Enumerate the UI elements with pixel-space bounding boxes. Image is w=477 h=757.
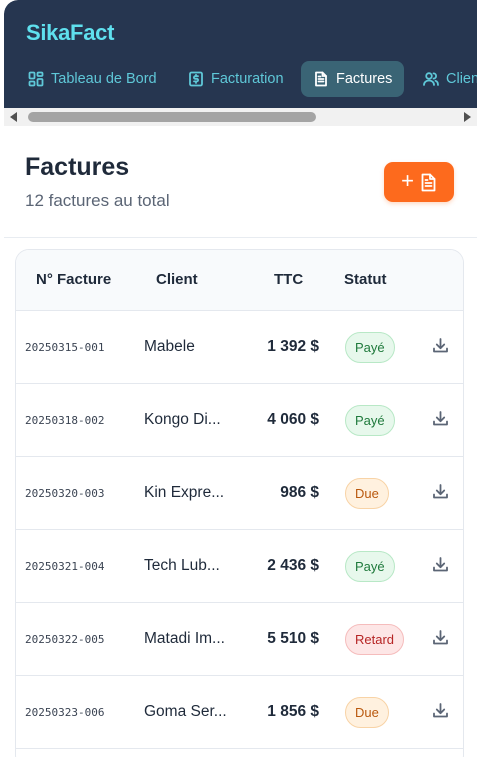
amount-ttc: 2 436 $ [267, 557, 319, 574]
column-header-ttc[interactable]: TTC [274, 271, 303, 288]
amount-ttc: 4 060 $ [267, 411, 319, 428]
scrollbar-thumb[interactable] [28, 112, 316, 122]
invoice-number: 20250320-003 [25, 487, 105, 500]
client-name: Kin Expre... [144, 484, 225, 501]
status-badge: Payé [345, 551, 395, 582]
status-badge: Payé [345, 332, 395, 363]
document-plus-icon [420, 173, 437, 192]
app-window: SikaFact Tableau de Bord Facturation Fac… [4, 0, 477, 757]
amount-ttc: 5 510 $ [267, 630, 319, 647]
status-badge: Due [345, 478, 389, 509]
table-row[interactable]: 20250321-004 Tech Lub... 2 436 $ Payé [16, 530, 463, 603]
nav-item-factures[interactable]: Factures [301, 61, 405, 97]
page-title: Factures [25, 153, 130, 181]
download-icon[interactable] [432, 337, 449, 354]
client-name: Tech Lub... [144, 557, 220, 574]
download-icon[interactable] [432, 702, 449, 719]
invoice-number: 20250318-002 [25, 414, 105, 427]
nav-item-facturation[interactable]: Facturation [176, 61, 296, 97]
plus-icon: + [401, 168, 414, 193]
nav-item-tableau-de-bord[interactable]: Tableau de Bord [16, 61, 169, 97]
document-icon [313, 71, 329, 87]
horizontal-scrollbar[interactable] [4, 108, 477, 126]
top-header: SikaFact Tableau de Bord Facturation Fac… [4, 0, 477, 108]
status-badge: Retard [345, 624, 405, 655]
scroll-right-icon[interactable] [464, 112, 471, 122]
table-row[interactable]: 20250315-001 Mabele 1 392 $ Payé [16, 311, 463, 384]
nav-item-clients[interactable]: Clients [411, 61, 477, 97]
table-row[interactable]: 20250318-002 Kongo Di... 4 060 $ Payé [16, 384, 463, 457]
amount-ttc: 1 856 $ [267, 703, 319, 720]
download-icon[interactable] [432, 410, 449, 427]
amount-ttc: 986 $ [280, 484, 319, 501]
invoice-number: 20250323-006 [25, 706, 105, 719]
invoice-count: 12 factures au total [25, 191, 170, 210]
nav-label: Clients [446, 71, 477, 87]
page-header: Factures 12 factures au total + [4, 126, 477, 238]
invoices-table: N° Facture Client TTC Statut 20250315-00… [15, 249, 464, 757]
client-name: Goma Ser... [144, 703, 227, 720]
invoice-number: 20250321-004 [25, 560, 105, 573]
column-header-number[interactable]: N° Facture [36, 271, 111, 288]
status-badge: Payé [345, 405, 395, 436]
client-name: Kongo Di... [144, 411, 221, 428]
table-header: N° Facture Client TTC Statut [16, 250, 463, 311]
main-nav: Tableau de Bord Facturation Factures Cli… [4, 61, 477, 97]
invoice-number: 20250322-005 [25, 633, 105, 646]
table-row[interactable]: 20250320-003 Kin Expre... 986 $ Due [16, 457, 463, 530]
table-row[interactable]: 20250323-006 Goma Ser... 1 856 $ Due [16, 676, 463, 749]
status-badge: Due [345, 697, 389, 728]
nav-label: Facturation [211, 71, 284, 87]
table-row[interactable]: 20250322-005 Matadi Im... 5 510 $ Retard [16, 603, 463, 676]
dashboard-icon [28, 71, 44, 87]
users-icon [423, 71, 439, 87]
download-icon[interactable] [432, 629, 449, 646]
download-icon[interactable] [432, 483, 449, 500]
dollar-doc-icon [188, 71, 204, 87]
download-icon[interactable] [432, 556, 449, 573]
scroll-left-icon[interactable] [10, 112, 17, 122]
amount-ttc: 1 392 $ [267, 338, 319, 355]
client-name: Matadi Im... [144, 630, 225, 647]
column-header-client[interactable]: Client [156, 271, 198, 288]
column-header-status[interactable]: Statut [344, 271, 387, 288]
brand-logo[interactable]: SikaFact [26, 20, 114, 46]
new-invoice-button[interactable]: + [384, 162, 454, 202]
nav-label: Tableau de Bord [51, 71, 157, 87]
nav-label: Factures [336, 71, 393, 87]
invoice-number: 20250315-001 [25, 341, 105, 354]
client-name: Mabele [144, 338, 195, 355]
